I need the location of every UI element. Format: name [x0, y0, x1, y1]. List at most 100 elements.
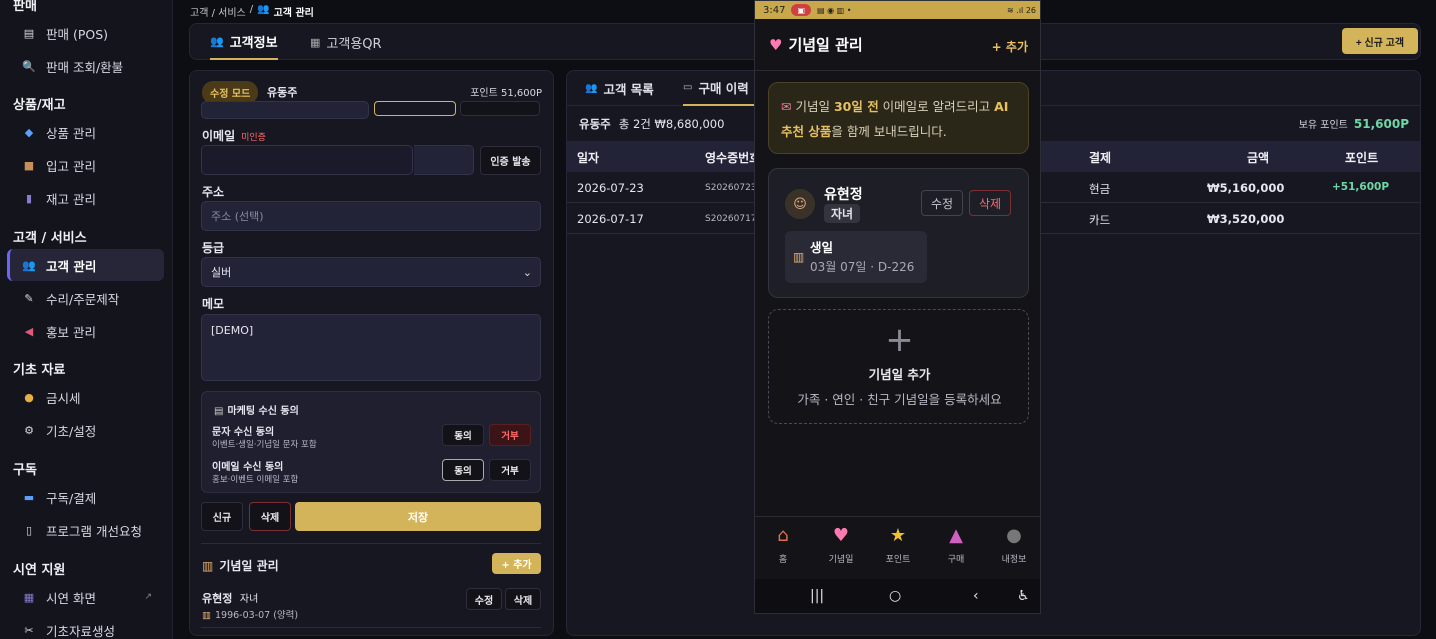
medal-icon: ● [24, 390, 34, 404]
cake-icon: ▥ [202, 610, 211, 621]
back-icon[interactable]: ‹ [973, 588, 979, 604]
app-add-button[interactable]: + 추가 [992, 38, 1028, 55]
memo-textarea[interactable]: [DEMO] [201, 314, 541, 381]
add-anniversary-button[interactable]: + 추가 [492, 553, 541, 574]
notification-icons: ▤ ◉ ▥ • [817, 5, 852, 15]
phone-field[interactable] [201, 101, 369, 119]
sidebar-item-repair[interactable]: ✎ 수리/주문제작 [7, 282, 164, 314]
status-time: 3:47 [763, 4, 786, 16]
email-reject-button[interactable]: 거부 [489, 459, 531, 481]
accessibility-icon[interactable]: ♿ [1017, 588, 1030, 604]
sidebar-item-demo-screen[interactable]: ▦ 시연 화면 ↗ [7, 581, 164, 613]
recording-icon: ▣ [791, 4, 812, 16]
sms-consent-title: 문자 수신 동의 [212, 427, 275, 438]
sidebar-item-customers[interactable]: 👥 고객 관리 [7, 249, 164, 281]
sidebar-section-demo: 시연 지원 [13, 563, 66, 578]
sidebar-item-billing[interactable]: ▬ 구독/결제 [7, 481, 164, 513]
new-button[interactable]: 신규 [201, 502, 243, 531]
tab-customer-info[interactable]: 👥 고객정보 [210, 24, 278, 60]
card-delete-button[interactable]: 삭제 [969, 190, 1011, 216]
breadcrumb-parent[interactable]: 고객 / 서비스 [190, 4, 246, 19]
sidebar-item-settings[interactable]: ⚙ 기초/설정 [7, 414, 164, 446]
gear-icon: ⚙ [24, 423, 34, 437]
send-verification-button[interactable]: 인증 발송 [480, 146, 541, 175]
col-points: 포인트 [1345, 151, 1379, 165]
cake-icon: ▥ [202, 559, 214, 573]
event-chip[interactable]: ▥ 생일 03월 07일 · D-226 [785, 231, 927, 283]
heart-gift-icon: ♥ [832, 525, 850, 546]
held-points: 보유 포인트 51,600P [1298, 117, 1409, 131]
nav-home[interactable]: ⌂ 홈 [757, 525, 809, 565]
customer-form-panel: 수정 모드 유동주 포인트 51,600P 이메일 미인증 인증 발송 주소 주소… [189, 70, 554, 636]
nav-anniversary[interactable]: ♥ 기념일 [815, 525, 867, 565]
email-label: 이메일 미인증 [202, 129, 266, 143]
tools-icon: ✂ [24, 623, 34, 637]
sidebar-item-pos[interactable]: ▤ 판매 (POS) [7, 17, 164, 49]
gender-option[interactable] [374, 101, 456, 116]
chevron-down-icon: ⌄ [522, 265, 532, 279]
nav-profile[interactable]: ● 내정보 [988, 525, 1040, 565]
sms-reject-button[interactable]: 거부 [489, 424, 531, 446]
sidebar-item-gold-price[interactable]: ● 금시세 [7, 381, 164, 413]
sidebar-item-inventory[interactable]: ▮ 재고 관리 [7, 182, 164, 214]
event-date: 03월 07일 · D-226 [810, 260, 915, 274]
anniversary-delete-button[interactable]: 삭제 [505, 588, 541, 610]
col-date: 일자 [577, 151, 600, 165]
sidebar-section-customer: 고객 / 서비스 [13, 231, 87, 246]
add-anniversary-desc: 가족 · 연인 · 친구 기념일을 등록하세요 [797, 392, 1002, 407]
save-button[interactable]: 저장 [295, 502, 541, 531]
address-input[interactable]: 주소 (선택) [201, 201, 541, 231]
nav-points[interactable]: ★ 포인트 [872, 525, 924, 565]
email-consent-desc: 홍보·이벤트 이메일 포함 [212, 475, 299, 485]
stock-icon: ▮ [25, 191, 33, 205]
breadcrumb-current: 고객 관리 [273, 8, 314, 19]
plus-icon: + [885, 320, 914, 360]
anniversary-card: ☺ 유현정 자녀 수정 삭제 ▥ 생일 03월 07일 · D-226 [768, 168, 1029, 298]
delete-button[interactable]: 삭제 [249, 502, 291, 531]
sidebar-item-sales-lookup[interactable]: 🔍 판매 조회/환불 [7, 50, 164, 82]
cash-register-icon: ▤ [23, 26, 35, 40]
email-agree-button[interactable]: 동의 [442, 459, 484, 481]
unverified-badge: 미인증 [241, 133, 266, 143]
sidebar-section-subscription: 구독 [13, 463, 37, 478]
megaphone-icon: ◀ [24, 324, 34, 338]
sidebar-item-data-gen[interactable]: ✂ 기초자료생성 [7, 614, 164, 639]
search-icon: 🔍 [22, 59, 36, 73]
sidebar-item-products[interactable]: ◆ 상품 관리 [7, 116, 164, 148]
sidebar-item-promotion[interactable]: ◀ 홍보 관리 [7, 315, 164, 347]
grade-select[interactable]: 실버 ⌄ [201, 257, 541, 287]
col-amount: 금액 [1247, 151, 1270, 165]
email-domain-field[interactable] [414, 145, 474, 175]
email-field[interactable] [201, 145, 413, 175]
tab-purchase-history[interactable]: ▭ 구매 이력 [683, 71, 757, 106]
event-name: 생일 [810, 240, 834, 255]
person-relation: 자녀 [824, 204, 861, 223]
users-icon: 👥 [585, 83, 598, 94]
anniversary-person: 유현정 자녀 [202, 592, 259, 605]
clipboard-icon: ▤ [214, 406, 224, 417]
nav-purchases[interactable]: ▲ 구매 [930, 525, 982, 565]
star-icon: ★ [889, 525, 907, 546]
qr-icon: ▦ [310, 35, 321, 49]
anniversary-edit-button[interactable]: 수정 [466, 588, 502, 610]
col-payment: 결제 [1089, 151, 1112, 165]
sidebar-item-feedback[interactable]: ▯ 프로그램 개선요청 [7, 514, 164, 546]
sms-agree-button[interactable]: 동의 [442, 424, 484, 446]
home-button-icon[interactable]: ○ [889, 588, 901, 604]
diamond-icon: ◆ [24, 125, 34, 139]
users-icon: 👥 [257, 4, 270, 15]
signal-battery-icons: ≋ .ıl 26 [1007, 5, 1036, 15]
add-anniversary-card[interactable]: + 기념일 추가 가족 · 연인 · 친구 기념일을 등록하세요 [768, 309, 1029, 424]
tab-customer-list[interactable]: 👥 고객 목록 [585, 71, 654, 106]
new-customer-button[interactable]: + 신규 고객 [1342, 28, 1418, 54]
display-icon: ▦ [23, 590, 35, 604]
sms-consent-desc: 이벤트·생일·기념일 문자 포함 [212, 440, 317, 450]
heart-gift-icon: ♥ [769, 35, 783, 54]
gender-option-alt[interactable] [460, 101, 540, 116]
card-edit-button[interactable]: 수정 [921, 190, 963, 216]
app-header: ♥ 기념일 관리 + 추가 [755, 19, 1040, 71]
recent-apps-icon[interactable]: ||| [810, 588, 824, 604]
tab-customer-qr[interactable]: ▦ 고객용QR [310, 24, 382, 60]
cake-icon: ▥ [793, 250, 805, 264]
sidebar-item-receiving[interactable]: ■ 입고 관리 [7, 149, 164, 181]
